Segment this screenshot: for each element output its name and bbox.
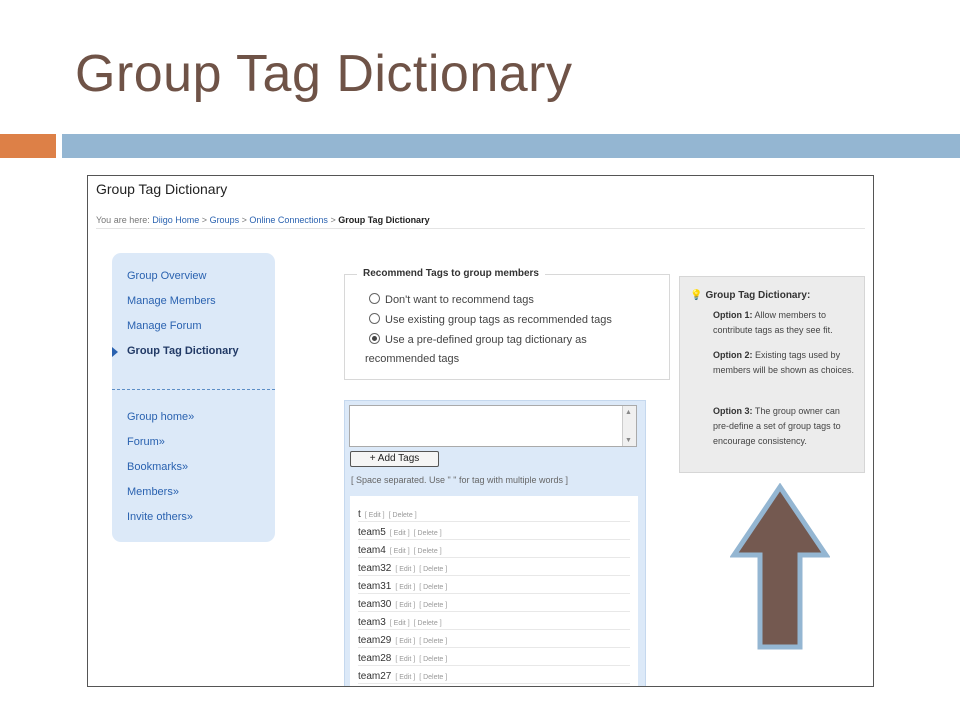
tag-row: team29[ Edit ] [ Delete ] (358, 630, 630, 648)
sidebar-link-group-home[interactable]: Group home» (127, 411, 194, 423)
tag-row: team4 [ Edit ] [ Delete ] (358, 540, 630, 558)
tag-row: team3 [ Edit ] [ Delete ] (358, 612, 630, 630)
up-arrow-icon (730, 483, 830, 650)
tag-list: t [ Edit ] [ Delete ] team5 [ Edit ] [ Delete… (350, 496, 638, 686)
info-box: 💡 Group Tag Dictionary: Option 1: Allow m… (679, 276, 865, 473)
tag-row: team30[ Edit ] [ Delete ] (358, 594, 630, 612)
breadcrumb-current: Group Tag Dictionary (338, 215, 430, 225)
tag-edit-link[interactable]: [ Edit ] (395, 566, 415, 573)
radio-option-dictionary[interactable]: Use a pre-defined group tag dictionary a… (369, 333, 587, 346)
sidebar-link-bookmarks[interactable]: Bookmarks» (127, 461, 188, 473)
tag-name: team4 (358, 545, 386, 556)
tag-name: team3 (358, 617, 386, 628)
breadcrumb-prefix: You are here: (96, 215, 150, 225)
tag-edit-link[interactable]: [ Edit ] (395, 584, 415, 591)
info-title: 💡 Group Tag Dictionary: (690, 290, 810, 301)
recommend-tags-fieldset: Recommend Tags to group members Don't wa… (344, 268, 670, 380)
header-divider (96, 228, 865, 229)
breadcrumb-link-group[interactable]: Online Connections (249, 215, 328, 225)
sidebar: Group Overview Manage Members Manage For… (112, 253, 275, 542)
info-option-1: Option 1: Allow members to contribute ta… (713, 308, 858, 338)
tag-name: team32 (358, 563, 392, 574)
scroll-up-icon[interactable]: ▲ (625, 409, 632, 416)
sidebar-item-group-tag-dictionary[interactable]: Group Tag Dictionary (112, 345, 239, 357)
lightbulb-icon: 💡 (690, 290, 703, 301)
tag-row: team27[ Edit ] [ Delete ] (358, 666, 630, 684)
radio-button-selected[interactable] (369, 333, 380, 344)
info-option-2: Option 2: Existing tags used by members … (713, 348, 858, 378)
tag-edit-link[interactable]: [ Edit ] (390, 620, 410, 627)
info-option-label: Option 2: (713, 350, 753, 360)
tag-edit-link[interactable]: [ Edit ] (390, 530, 410, 537)
sidebar-link-invite-others[interactable]: Invite others» (127, 511, 193, 523)
breadcrumb-link-home[interactable]: Diigo Home (152, 215, 199, 225)
radio-option-existing[interactable]: Use existing group tags as recommended t… (369, 313, 612, 326)
tag-delete-link[interactable]: [ Delete ] (419, 602, 447, 609)
tag-row: team31[ Edit ] [ Delete ] (358, 576, 630, 594)
radio-option-none[interactable]: Don't want to recommend tags (369, 293, 534, 306)
tag-input-textarea[interactable]: ▲ ▼ (349, 405, 637, 447)
tag-delete-link[interactable]: [ Delete ] (419, 656, 447, 663)
tag-name: team30 (358, 599, 392, 610)
tag-delete-link[interactable]: [ Delete ] (419, 674, 447, 681)
breadcrumb: You are here: Diigo Home > Groups > Onli… (96, 215, 430, 225)
info-title-text: Group Tag Dictionary: (705, 290, 811, 301)
tag-input-hint: [ Space separated. Use " " for tag with … (351, 475, 568, 485)
radio-button[interactable] (369, 313, 380, 324)
scroll-down-icon[interactable]: ▼ (625, 437, 632, 444)
active-pointer-icon (112, 347, 118, 357)
tag-name: team5 (358, 527, 386, 538)
accent-bar-blue (62, 134, 960, 158)
tag-row: team5 [ Edit ] [ Delete ] (358, 522, 630, 540)
tag-delete-link[interactable]: [ Delete ] (419, 566, 447, 573)
tag-name: t (358, 509, 361, 520)
sidebar-item-manage-members[interactable]: Manage Members (127, 295, 216, 307)
tag-delete-link[interactable]: [ Delete ] (414, 548, 442, 555)
tag-name: team27 (358, 671, 392, 682)
tag-row: t [ Edit ] [ Delete ] (358, 504, 630, 522)
breadcrumb-link-groups[interactable]: Groups (210, 215, 240, 225)
sidebar-divider (112, 389, 275, 390)
tag-delete-link[interactable]: [ Delete ] (414, 530, 442, 537)
up-arrow-shape (730, 483, 830, 650)
accent-bar-orange (0, 134, 56, 158)
recommend-tags-legend: Recommend Tags to group members (357, 268, 545, 279)
tag-delete-link[interactable]: [ Delete ] (389, 512, 417, 519)
tag-delete-link[interactable]: [ Delete ] (419, 584, 447, 591)
tag-edit-link[interactable]: [ Edit ] (365, 512, 385, 519)
page-title: Group Tag Dictionary (96, 181, 228, 197)
slide-title: Group Tag Dictionary (75, 45, 573, 103)
sidebar-link-members[interactable]: Members» (127, 486, 179, 498)
sidebar-item-group-overview[interactable]: Group Overview (127, 270, 206, 282)
tag-edit-link[interactable]: [ Edit ] (395, 602, 415, 609)
breadcrumb-separator: > (241, 215, 247, 225)
radio-label: Use existing group tags as recommended t… (385, 314, 612, 326)
add-tags-button[interactable]: + Add Tags (350, 451, 439, 467)
sidebar-link-forum[interactable]: Forum» (127, 436, 165, 448)
tag-edit-link[interactable]: [ Edit ] (395, 656, 415, 663)
radio-label: Don't want to recommend tags (385, 294, 534, 306)
breadcrumb-separator: > (330, 215, 336, 225)
tag-name: team31 (358, 581, 392, 592)
tag-delete-link[interactable]: [ Delete ] (414, 620, 442, 627)
info-option-label: Option 1: (713, 310, 753, 320)
tag-edit-link[interactable]: [ Edit ] (395, 674, 415, 681)
radio-label: Use a pre-defined group tag dictionary a… (385, 334, 587, 346)
tag-delete-link[interactable]: [ Delete ] (419, 638, 447, 645)
tag-name: team28 (358, 653, 392, 664)
info-option-3: Option 3: The group owner can pre-define… (713, 404, 858, 449)
sidebar-item-manage-forum[interactable]: Manage Forum (127, 320, 202, 332)
breadcrumb-separator: > (201, 215, 208, 225)
sidebar-item-label: Group Tag Dictionary (127, 345, 239, 357)
radio-label-continued: recommended tags (365, 353, 460, 365)
tag-name: team29 (358, 635, 392, 646)
tag-dictionary-panel: ▲ ▼ + Add Tags [ Space separated. Use " … (344, 400, 646, 686)
tag-row: team28[ Edit ] [ Delete ] (358, 648, 630, 666)
tag-row: team32[ Edit ] [ Delete ] (358, 558, 630, 576)
tag-edit-link[interactable]: [ Edit ] (390, 548, 410, 555)
radio-button[interactable] (369, 293, 380, 304)
textarea-scrollbar[interactable]: ▲ ▼ (622, 406, 636, 446)
info-option-label: Option 3: (713, 406, 753, 416)
tag-edit-link[interactable]: [ Edit ] (395, 638, 415, 645)
